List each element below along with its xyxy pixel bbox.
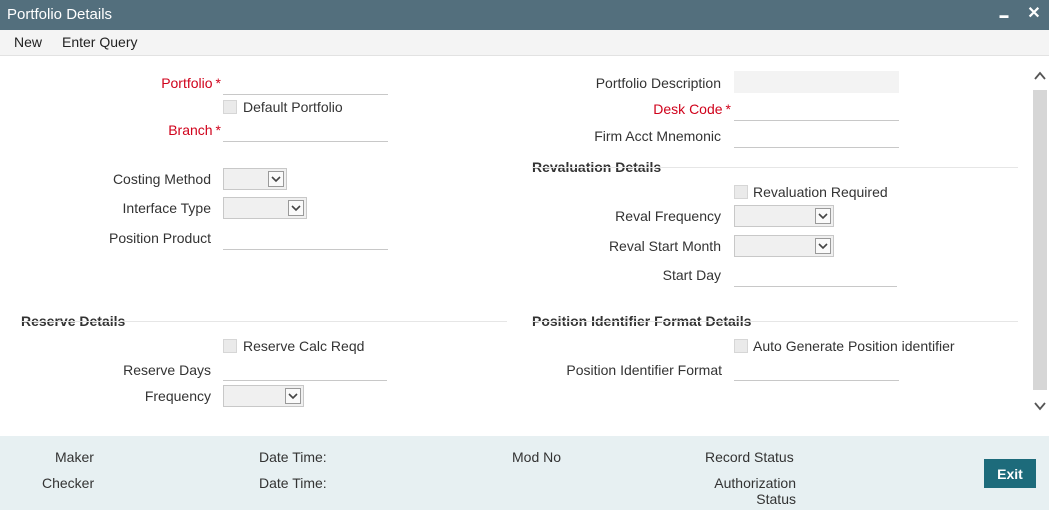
minimize-button[interactable]: ▬ (994, 4, 1014, 24)
record-status-label: Record Status (705, 449, 794, 465)
reval-start-month-select[interactable] (734, 235, 834, 257)
portfolio-input[interactable] (223, 72, 388, 95)
authorization-status-label: Authorization Status (714, 475, 796, 507)
chevron-down-icon (815, 238, 831, 254)
reserve-days-label: Reserve Days (123, 362, 211, 378)
firm-acct-mnemonic-label: Firm Acct Mnemonic (594, 128, 721, 144)
reserve-days-input[interactable] (223, 358, 387, 381)
desk-code-input[interactable] (734, 98, 899, 121)
minimize-icon: ▬ (999, 10, 1009, 20)
portfolio-label: Portfolio * (161, 75, 221, 91)
checker-label: Checker (42, 475, 95, 491)
close-button[interactable]: ✕ (1024, 4, 1044, 24)
start-day-label: Start Day (662, 267, 721, 283)
chevron-down-icon[interactable] (1032, 398, 1048, 417)
exit-button[interactable]: Exit (984, 459, 1036, 488)
desk-code-label: Desk Code * (653, 101, 731, 117)
position-product-input[interactable] (223, 227, 388, 250)
reserve-calc-reqd-checkbox[interactable] (223, 339, 237, 353)
reserve-calc-reqd-label: Reserve Calc Reqd (243, 338, 365, 354)
branch-label: Branch * (168, 122, 221, 138)
reserve-divider (21, 321, 507, 322)
default-portfolio-checkbox[interactable] (223, 100, 237, 114)
firm-acct-mnemonic-input[interactable] (734, 125, 899, 148)
maker-label: Maker (55, 449, 94, 465)
reserve-frequency-label: Frequency (144, 388, 211, 404)
close-icon: ✕ (1027, 5, 1041, 22)
reserve-frequency-select[interactable] (223, 385, 304, 407)
costing-method-label: Costing Method (112, 171, 211, 187)
costing-method-select[interactable] (223, 168, 287, 190)
title-bar: Portfolio Details ▬ ✕ (0, 0, 1049, 30)
checker-date-time-label: Date Time: (259, 475, 327, 491)
portfolio-description-label: Portfolio Description (595, 75, 721, 91)
scrollbar-thumb[interactable] (1033, 90, 1047, 390)
interface-type-select[interactable] (223, 197, 307, 219)
mod-no-label: Mod No (512, 449, 562, 465)
position-identifier-divider (532, 321, 1018, 322)
auto-generate-position-identifier-label: Auto Generate Position identifier (753, 338, 955, 354)
maker-date-time-label: Date Time: (259, 449, 327, 465)
reval-frequency-select[interactable] (734, 205, 834, 227)
chevron-up-icon[interactable] (1032, 68, 1048, 87)
interface-type-label: Interface Type (122, 200, 211, 216)
start-day-input[interactable] (734, 264, 897, 287)
menu-bar: New Enter Query (0, 30, 1049, 56)
window-title: Portfolio Details (7, 6, 113, 23)
default-portfolio-label: Default Portfolio (243, 99, 343, 115)
chevron-down-icon (815, 208, 831, 224)
revaluation-divider (532, 167, 1018, 168)
position-product-label: Position Product (109, 230, 211, 246)
audit-footer (0, 436, 1049, 510)
auto-generate-position-identifier-checkbox[interactable] (734, 339, 748, 353)
reval-frequency-label: Reval Frequency (615, 208, 721, 224)
chevron-down-icon (268, 171, 284, 187)
chevron-down-icon (288, 200, 304, 216)
position-identifier-format-input[interactable] (734, 358, 899, 381)
menu-enter-query[interactable]: Enter Query (62, 34, 137, 50)
portfolio-description-input[interactable] (734, 71, 899, 93)
chevron-down-icon (285, 388, 301, 404)
reval-start-month-label: Reval Start Month (608, 238, 721, 254)
menu-new[interactable]: New (14, 34, 42, 50)
branch-input[interactable] (223, 119, 388, 142)
revaluation-required-checkbox[interactable] (734, 185, 748, 199)
revaluation-required-label: Revaluation Required (753, 184, 888, 200)
position-identifier-format-label: Position Identifier Format (566, 362, 722, 378)
